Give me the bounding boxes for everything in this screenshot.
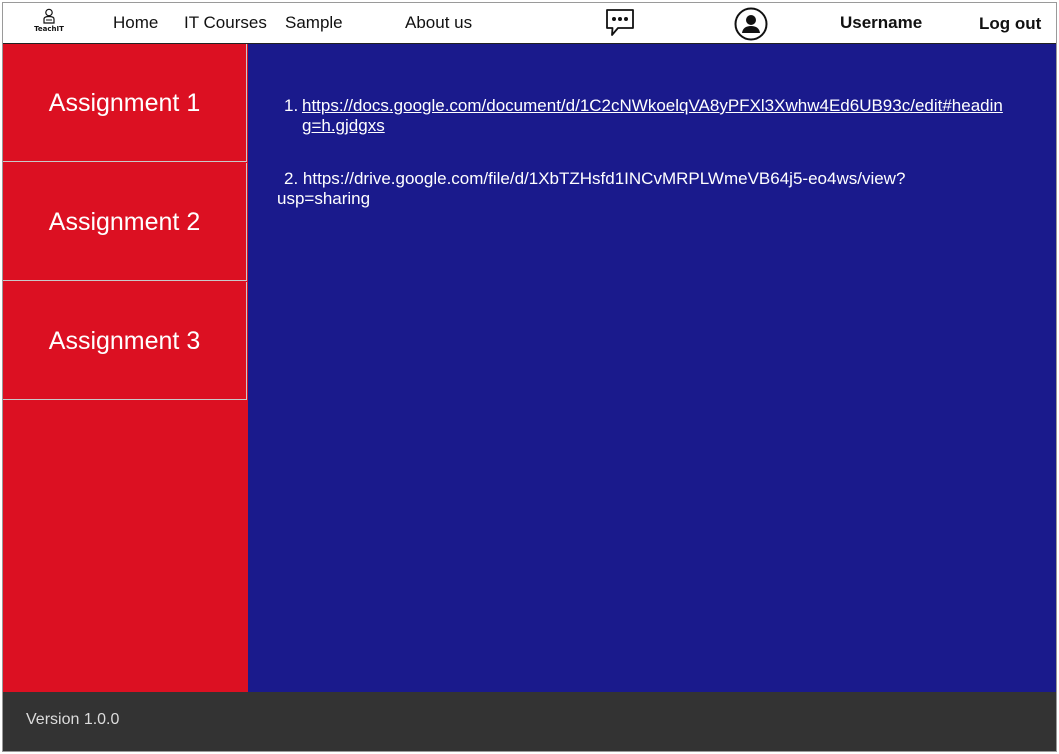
chat-bubble-icon[interactable] — [604, 7, 636, 39]
nav-sample-link[interactable]: Sample — [285, 13, 343, 33]
sidebar-item-assignment-3[interactable]: Assignment 3 — [3, 282, 247, 400]
list-number: 1. — [284, 96, 299, 115]
username-label[interactable]: Username — [840, 13, 922, 33]
user-profile-icon[interactable] — [734, 7, 768, 41]
logout-button[interactable]: Log out — [979, 14, 1041, 34]
sidebar-item-assignment-2[interactable]: Assignment 2 — [3, 163, 247, 281]
logo-text: TeachIT — [34, 25, 64, 33]
list-item: 1. https://docs.google.com/document/d/1C… — [284, 96, 1004, 136]
version-label: Version 1.0.0 — [26, 711, 120, 728]
logo[interactable]: TeachIT — [29, 8, 69, 38]
teacher-icon — [43, 8, 55, 24]
footer: Version 1.0.0 — [3, 692, 1056, 751]
nav-about-us-link[interactable]: About us — [405, 13, 472, 33]
top-navigation-bar: TeachIT Home IT Courses Sample About us … — [3, 3, 1056, 44]
nav-home-link[interactable]: Home — [113, 13, 158, 33]
assignment-link-1[interactable]: https://docs.google.com/document/d/1C2cN… — [302, 96, 1004, 136]
main-content: 1. https://docs.google.com/document/d/1C… — [248, 44, 1056, 692]
list-item: 2. https://drive.google.com/file/d/1XbTZ… — [277, 169, 997, 209]
assignment-link-2[interactable]: https://drive.google.com/file/d/1XbTZHsf… — [277, 169, 905, 208]
sidebar: Assignment 1 Assignment 2 Assignment 3 — [3, 44, 248, 692]
list-number: 2. — [284, 169, 299, 188]
app-window: TeachIT Home IT Courses Sample About us … — [2, 2, 1057, 752]
nav-it-courses-link[interactable]: IT Courses — [184, 13, 267, 33]
sidebar-item-assignment-1[interactable]: Assignment 1 — [3, 44, 247, 162]
